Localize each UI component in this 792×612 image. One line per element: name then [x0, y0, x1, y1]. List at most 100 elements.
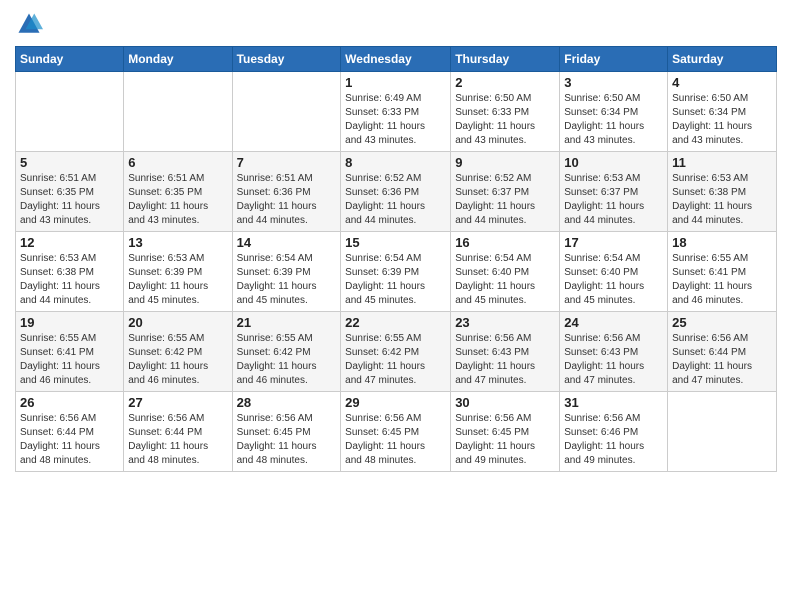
calendar: SundayMondayTuesdayWednesdayThursdayFrid…: [15, 46, 777, 472]
calendar-week-4: 19 Sunrise: 6:55 AMSunset: 6:41 PMDayligh…: [16, 312, 777, 392]
day-info: Sunrise: 6:50 AMSunset: 6:33 PMDaylight:…: [455, 92, 555, 148]
calendar-cell: 21 Sunrise: 6:55 AMSunset: 6:42 PMDayligh…: [232, 312, 341, 392]
calendar-cell: 9Sunrise: 6:52 AMSunset: 6:37 PMDaylight…: [451, 152, 560, 232]
calendar-cell: 11 Sunrise: 6:53 AMSunset: 6:38 PMDayligh…: [668, 152, 777, 232]
calendar-week-3: 12Sunrise: 6:53 AMSunset: 6:38 PMDayligh…: [16, 232, 777, 312]
calendar-cell: 13 Sunrise: 6:53 AMSunset: 6:39 PMDayligh…: [124, 232, 232, 312]
day-info: Sunrise: 6:56 AMSunset: 6:45 PMDaylight:…: [345, 412, 446, 468]
day-number: 21: [237, 315, 337, 330]
calendar-cell: 26 Sunrise: 6:56 AMSunset: 6:44 PMDayligh…: [16, 392, 124, 472]
weekday-header-thursday: Thursday: [451, 47, 560, 72]
day-number: 13: [128, 235, 227, 250]
calendar-cell: [16, 72, 124, 152]
calendar-cell: 2 Sunrise: 6:50 AMSunset: 6:33 PMDaylight…: [451, 72, 560, 152]
day-info: Sunrise: 6:55 AMSunset: 6:41 PMDaylight:…: [672, 252, 772, 308]
weekday-header-row: SundayMondayTuesdayWednesdayThursdayFrid…: [16, 47, 777, 72]
day-number: 6: [128, 155, 227, 170]
day-number: 14: [237, 235, 337, 250]
day-info: Sunrise: 6:51 AMSunset: 6:36 PMDaylight:…: [237, 172, 337, 228]
day-number: 5: [20, 155, 119, 170]
calendar-cell: [232, 72, 341, 152]
calendar-cell: 24 Sunrise: 6:56 AMSunset: 6:43 PMDayligh…: [560, 312, 668, 392]
calendar-cell: 3 Sunrise: 6:50 AMSunset: 6:34 PMDaylight…: [560, 72, 668, 152]
calendar-cell: 18 Sunrise: 6:55 AMSunset: 6:41 PMDayligh…: [668, 232, 777, 312]
day-info: Sunrise: 6:56 AMSunset: 6:44 PMDaylight:…: [672, 332, 772, 388]
day-info: Sunrise: 6:53 AMSunset: 6:37 PMDaylight:…: [564, 172, 663, 228]
day-number: 10: [564, 155, 663, 170]
day-info: Sunrise: 6:54 AMSunset: 6:40 PMDaylight:…: [564, 252, 663, 308]
calendar-cell: 29 Sunrise: 6:56 AMSunset: 6:45 PMDayligh…: [341, 392, 451, 472]
day-number: 16: [455, 235, 555, 250]
day-number: 31: [564, 395, 663, 410]
day-info: Sunrise: 6:56 AMSunset: 6:43 PMDaylight:…: [564, 332, 663, 388]
calendar-cell: [124, 72, 232, 152]
day-number: 4: [672, 75, 772, 90]
day-info: Sunrise: 6:53 AMSunset: 6:38 PMDaylight:…: [672, 172, 772, 228]
day-number: 26: [20, 395, 119, 410]
day-number: 11: [672, 155, 772, 170]
day-info: Sunrise: 6:54 AMSunset: 6:40 PMDaylight:…: [455, 252, 555, 308]
day-number: 25: [672, 315, 772, 330]
day-info: Sunrise: 6:55 AMSunset: 6:42 PMDaylight:…: [128, 332, 227, 388]
day-info: Sunrise: 6:56 AMSunset: 6:44 PMDaylight:…: [20, 412, 119, 468]
day-info: Sunrise: 6:50 AMSunset: 6:34 PMDaylight:…: [564, 92, 663, 148]
calendar-cell: 5 Sunrise: 6:51 AMSunset: 6:35 PMDaylight…: [16, 152, 124, 232]
day-number: 27: [128, 395, 227, 410]
day-info: Sunrise: 6:55 AMSunset: 6:42 PMDaylight:…: [237, 332, 337, 388]
day-info: Sunrise: 6:55 AMSunset: 6:42 PMDaylight:…: [345, 332, 446, 388]
day-info: Sunrise: 6:50 AMSunset: 6:34 PMDaylight:…: [672, 92, 772, 148]
calendar-cell: 27Sunrise: 6:56 AMSunset: 6:44 PMDayligh…: [124, 392, 232, 472]
weekday-header-sunday: Sunday: [16, 47, 124, 72]
day-info: Sunrise: 6:53 AMSunset: 6:39 PMDaylight:…: [128, 252, 227, 308]
calendar-cell: 25 Sunrise: 6:56 AMSunset: 6:44 PMDayligh…: [668, 312, 777, 392]
day-number: 23: [455, 315, 555, 330]
day-number: 18: [672, 235, 772, 250]
day-number: 24: [564, 315, 663, 330]
weekday-header-friday: Friday: [560, 47, 668, 72]
calendar-cell: 10 Sunrise: 6:53 AMSunset: 6:37 PMDayligh…: [560, 152, 668, 232]
day-info: Sunrise: 6:54 AMSunset: 6:39 PMDaylight:…: [345, 252, 446, 308]
day-info: Sunrise: 6:51 AMSunset: 6:35 PMDaylight:…: [20, 172, 119, 228]
weekday-header-monday: Monday: [124, 47, 232, 72]
day-number: 2: [455, 75, 555, 90]
day-number: 15: [345, 235, 446, 250]
weekday-header-wednesday: Wednesday: [341, 47, 451, 72]
day-info: Sunrise: 6:56 AMSunset: 6:45 PMDaylight:…: [455, 412, 555, 468]
day-number: 30: [455, 395, 555, 410]
day-info: Sunrise: 6:52 AMSunset: 6:36 PMDaylight:…: [345, 172, 446, 228]
calendar-cell: [668, 392, 777, 472]
calendar-cell: 17Sunrise: 6:54 AMSunset: 6:40 PMDayligh…: [560, 232, 668, 312]
day-number: 19: [20, 315, 119, 330]
calendar-cell: 31 Sunrise: 6:56 AMSunset: 6:46 PMDayligh…: [560, 392, 668, 472]
calendar-cell: 28Sunrise: 6:56 AMSunset: 6:45 PMDayligh…: [232, 392, 341, 472]
day-info: Sunrise: 6:56 AMSunset: 6:46 PMDaylight:…: [564, 412, 663, 468]
day-number: 8: [345, 155, 446, 170]
day-number: 12: [20, 235, 119, 250]
header: [15, 10, 777, 38]
calendar-cell: 14 Sunrise: 6:54 AMSunset: 6:39 PMDayligh…: [232, 232, 341, 312]
day-info: Sunrise: 6:56 AMSunset: 6:43 PMDaylight:…: [455, 332, 555, 388]
calendar-cell: 7Sunrise: 6:51 AMSunset: 6:36 PMDaylight…: [232, 152, 341, 232]
weekday-header-saturday: Saturday: [668, 47, 777, 72]
calendar-cell: 23 Sunrise: 6:56 AMSunset: 6:43 PMDayligh…: [451, 312, 560, 392]
page: SundayMondayTuesdayWednesdayThursdayFrid…: [0, 0, 792, 612]
calendar-week-5: 26 Sunrise: 6:56 AMSunset: 6:44 PMDayligh…: [16, 392, 777, 472]
calendar-week-1: 1Sunrise: 6:49 AMSunset: 6:33 PMDaylight…: [16, 72, 777, 152]
calendar-cell: 1Sunrise: 6:49 AMSunset: 6:33 PMDaylight…: [341, 72, 451, 152]
logo: [15, 10, 47, 38]
calendar-cell: 22Sunrise: 6:55 AMSunset: 6:42 PMDayligh…: [341, 312, 451, 392]
calendar-cell: 15 Sunrise: 6:54 AMSunset: 6:39 PMDayligh…: [341, 232, 451, 312]
calendar-cell: 20 Sunrise: 6:55 AMSunset: 6:42 PMDayligh…: [124, 312, 232, 392]
day-info: Sunrise: 6:54 AMSunset: 6:39 PMDaylight:…: [237, 252, 337, 308]
calendar-cell: 6 Sunrise: 6:51 AMSunset: 6:35 PMDaylight…: [124, 152, 232, 232]
day-number: 29: [345, 395, 446, 410]
day-info: Sunrise: 6:51 AMSunset: 6:35 PMDaylight:…: [128, 172, 227, 228]
day-number: 1: [345, 75, 446, 90]
calendar-cell: 4 Sunrise: 6:50 AMSunset: 6:34 PMDaylight…: [668, 72, 777, 152]
calendar-week-2: 5 Sunrise: 6:51 AMSunset: 6:35 PMDaylight…: [16, 152, 777, 232]
day-number: 3: [564, 75, 663, 90]
calendar-cell: 19 Sunrise: 6:55 AMSunset: 6:41 PMDayligh…: [16, 312, 124, 392]
day-info: Sunrise: 6:55 AMSunset: 6:41 PMDaylight:…: [20, 332, 119, 388]
day-number: 9: [455, 155, 555, 170]
day-number: 20: [128, 315, 227, 330]
